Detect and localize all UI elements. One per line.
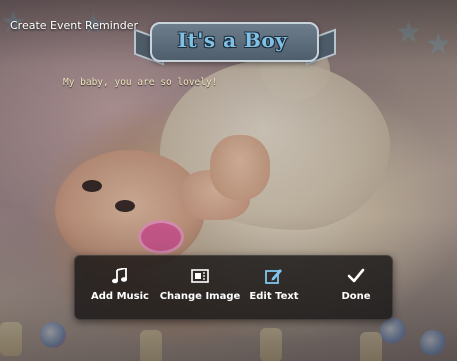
add-music-button[interactable]: Add Music	[83, 256, 157, 319]
edit-text-icon	[265, 269, 282, 284]
image-frame-icon	[191, 269, 209, 283]
page-title: Create Event Reminder	[10, 19, 138, 32]
photo-frame-screen: ★ ★ ★ ★ It's a Boy Create Event Reminder…	[0, 0, 457, 361]
edit-text-button[interactable]: Edit Text	[243, 256, 305, 319]
banner-text: It's a Boy	[177, 28, 288, 52]
done-button[interactable]: Done	[331, 256, 381, 319]
action-toolbar: Add Music Change Image Edit Text Done	[74, 255, 393, 320]
check-icon	[347, 268, 365, 283]
change-image-button[interactable]: Change Image	[157, 256, 243, 319]
edit-text-label: Edit Text	[249, 291, 299, 302]
music-note-icon	[112, 268, 127, 284]
photo-caption[interactable]: My baby, you are so lovely!	[63, 77, 217, 88]
change-image-label: Change Image	[159, 291, 241, 302]
add-music-label: Add Music	[91, 291, 149, 302]
done-label: Done	[341, 291, 371, 302]
